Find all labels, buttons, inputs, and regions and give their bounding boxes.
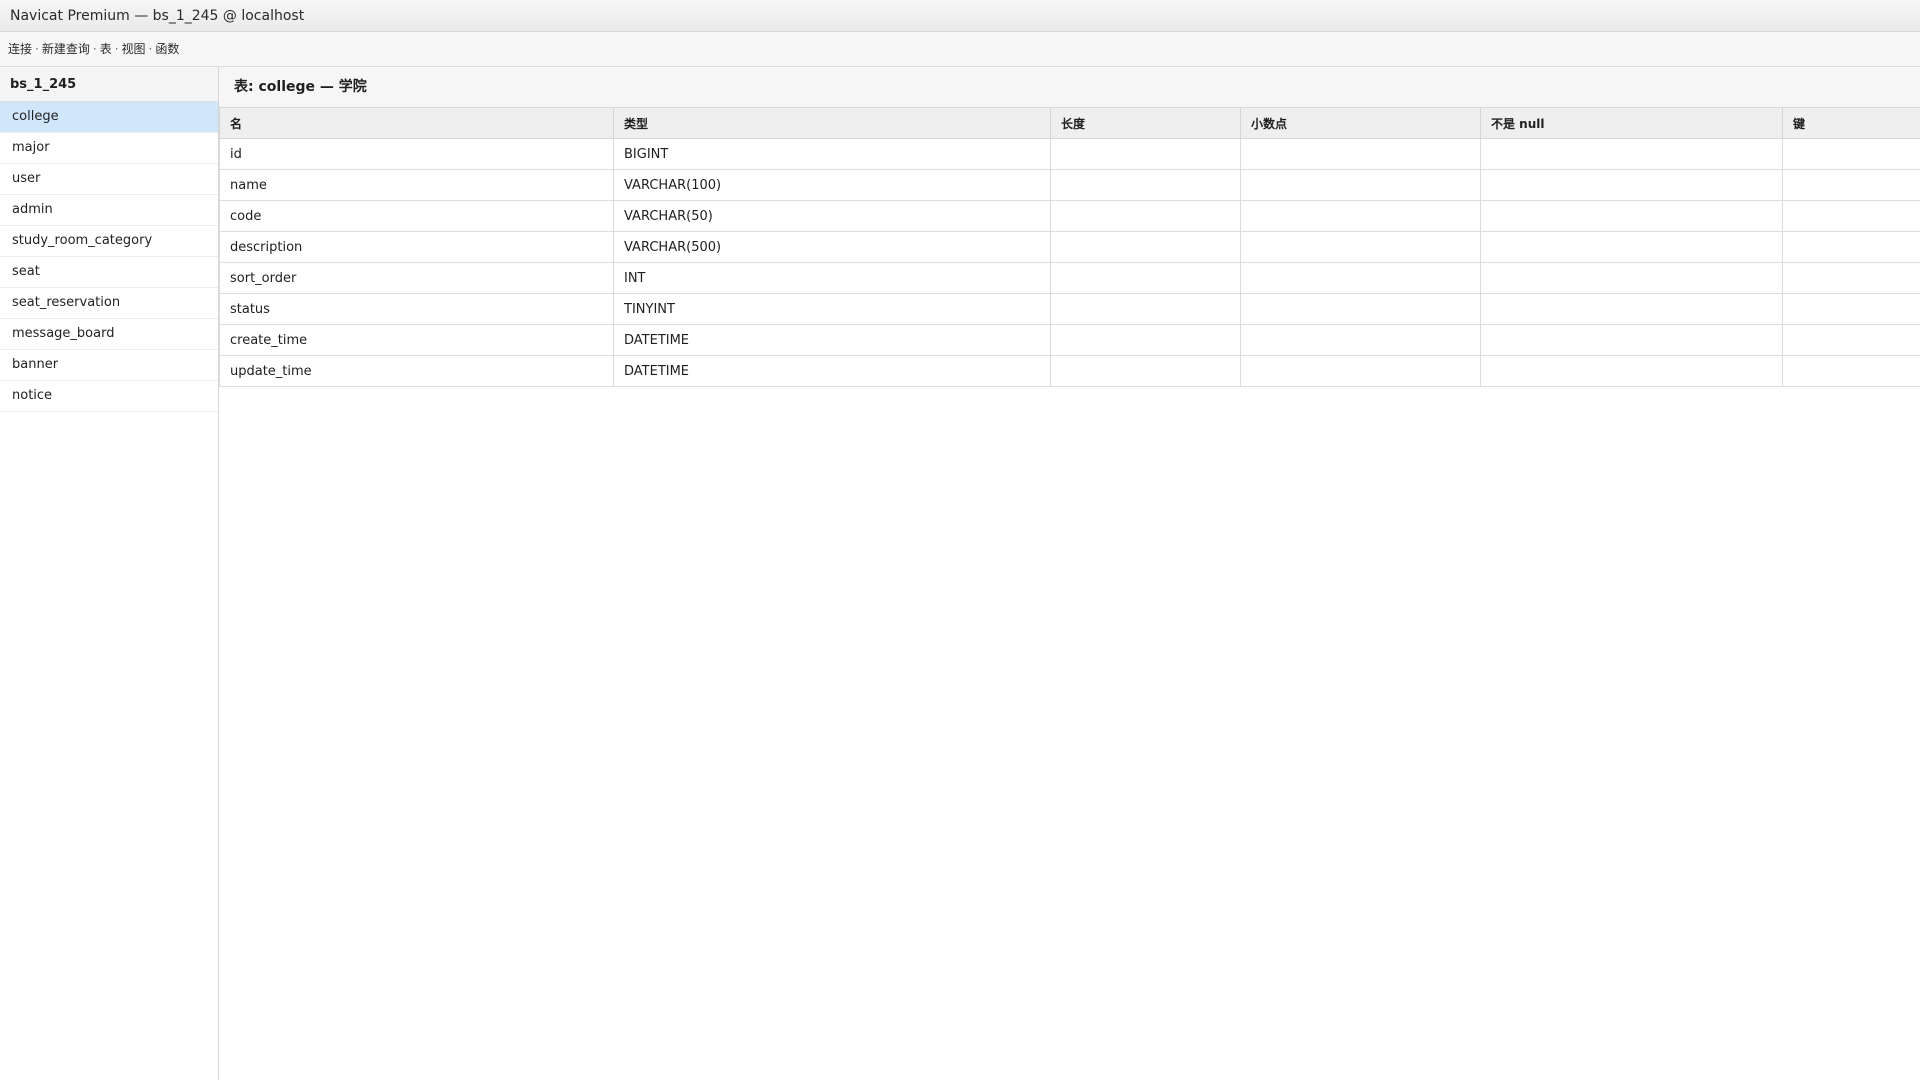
column-header-decimals[interactable]: 小数点 [1240,107,1481,139]
sidebar-item-notice[interactable]: notice [0,381,218,412]
sidebar-item-admin[interactable]: admin [0,195,218,226]
table-row[interactable]: description VARCHAR(500) [219,231,1920,263]
toolbar-separator: · [35,42,39,56]
columns-table-header-row: 名 类型 长度 小数点 不是 null 键 [219,107,1920,139]
sidebar-item-seat-reservation[interactable]: seat_reservation [0,288,218,319]
toolbar: 连接 · 新建查询 · 表 · 视图 · 函数 [0,32,1920,67]
table-row[interactable]: status TINYINT [219,293,1920,325]
toolbar-new-query[interactable]: 新建查询 [42,42,90,56]
toolbar-separator: · [92,42,97,56]
sidebar-item-college[interactable]: college [0,102,218,133]
cell-not-null[interactable] [1480,355,1783,387]
table-row[interactable]: update_time DATETIME [219,355,1920,387]
cell-not-null[interactable] [1480,138,1783,170]
cell-length[interactable] [1050,262,1241,294]
toolbar-connect[interactable]: 连接 [8,42,32,56]
table-row[interactable]: code VARCHAR(50) [219,200,1920,232]
column-header-name[interactable]: 名 [219,107,614,139]
window-title: Navicat Premium — bs_1_245 @ localhost [10,8,305,24]
sidebar-object-tree: bs_1_245 college major user admin study_… [0,67,219,1080]
table-row[interactable]: id BIGINT [219,138,1920,170]
cell-name[interactable]: status [219,293,614,325]
cell-key[interactable] [1782,293,1920,325]
cell-length[interactable] [1050,293,1241,325]
cell-key[interactable] [1782,138,1920,170]
table-design-title: 表: college — 学院 [219,67,1920,107]
cell-not-null[interactable] [1480,324,1783,356]
cell-key[interactable] [1782,324,1920,356]
cell-name[interactable]: create_time [219,324,614,356]
cell-type[interactable]: VARCHAR(100) [613,169,1051,201]
cell-name[interactable]: code [219,200,614,232]
column-header-type[interactable]: 类型 [613,107,1051,139]
window-titlebar: Navicat Premium — bs_1_245 @ localhost [0,0,1920,32]
cell-not-null[interactable] [1480,231,1783,263]
cell-key[interactable] [1782,262,1920,294]
cell-length[interactable] [1050,200,1241,232]
cell-length[interactable] [1050,138,1241,170]
cell-type[interactable]: BIGINT [613,138,1051,170]
sidebar-item-user[interactable]: user [0,164,218,195]
sidebar-item-seat[interactable]: seat [0,257,218,288]
cell-name[interactable]: update_time [219,355,614,387]
column-header-not-null[interactable]: 不是 null [1480,107,1783,139]
cell-type[interactable]: VARCHAR(500) [613,231,1051,263]
sidebar-item-study-room-category[interactable]: study_room_category [0,226,218,257]
cell-decimals[interactable] [1240,169,1481,201]
cell-not-null[interactable] [1480,262,1783,294]
sidebar-item-message-board[interactable]: message_board [0,319,218,350]
cell-type[interactable]: DATETIME [613,355,1051,387]
sidebar-item-major[interactable]: major [0,133,218,164]
cell-name[interactable]: sort_order [219,262,614,294]
table-row[interactable]: sort_order INT [219,262,1920,294]
cell-not-null[interactable] [1480,169,1783,201]
column-header-key[interactable]: 键 [1782,107,1920,139]
cell-decimals[interactable] [1240,293,1481,325]
toolbar-tables[interactable]: 表 [100,42,112,56]
cell-decimals[interactable] [1240,231,1481,263]
table-row[interactable]: create_time DATETIME [219,324,1920,356]
cell-not-null[interactable] [1480,293,1783,325]
toolbar-functions[interactable]: 函数 [155,42,179,56]
toolbar-views[interactable]: 视图 [122,42,146,56]
cell-type[interactable]: TINYINT [613,293,1051,325]
cell-length[interactable] [1050,324,1241,356]
table-row[interactable]: name VARCHAR(100) [219,169,1920,201]
cell-decimals[interactable] [1240,200,1481,232]
column-header-length[interactable]: 长度 [1050,107,1241,139]
sidebar-item-banner[interactable]: banner [0,350,218,381]
cell-key[interactable] [1782,355,1920,387]
cell-decimals[interactable] [1240,262,1481,294]
cell-name[interactable]: name [219,169,614,201]
cell-length[interactable] [1050,169,1241,201]
cell-type[interactable]: VARCHAR(50) [613,200,1051,232]
cell-length[interactable] [1050,355,1241,387]
cell-decimals[interactable] [1240,355,1481,387]
cell-key[interactable] [1782,231,1920,263]
cell-length[interactable] [1050,231,1241,263]
toolbar-separator: · [114,42,119,56]
cell-name[interactable]: id [219,138,614,170]
table-design-panel: 表: college — 学院 名 类型 长度 小数点 不是 null 键 id… [219,67,1920,1080]
cell-key[interactable] [1782,169,1920,201]
toolbar-separator: · [148,42,153,56]
columns-table: 名 类型 长度 小数点 不是 null 键 id BIGINT name VAR… [219,107,1920,387]
cell-decimals[interactable] [1240,324,1481,356]
cell-not-null[interactable] [1480,200,1783,232]
cell-decimals[interactable] [1240,138,1481,170]
cell-type[interactable]: DATETIME [613,324,1051,356]
cell-key[interactable] [1782,200,1920,232]
cell-type[interactable]: INT [613,262,1051,294]
sidebar-database-name[interactable]: bs_1_245 [0,67,218,102]
cell-name[interactable]: description [219,231,614,263]
